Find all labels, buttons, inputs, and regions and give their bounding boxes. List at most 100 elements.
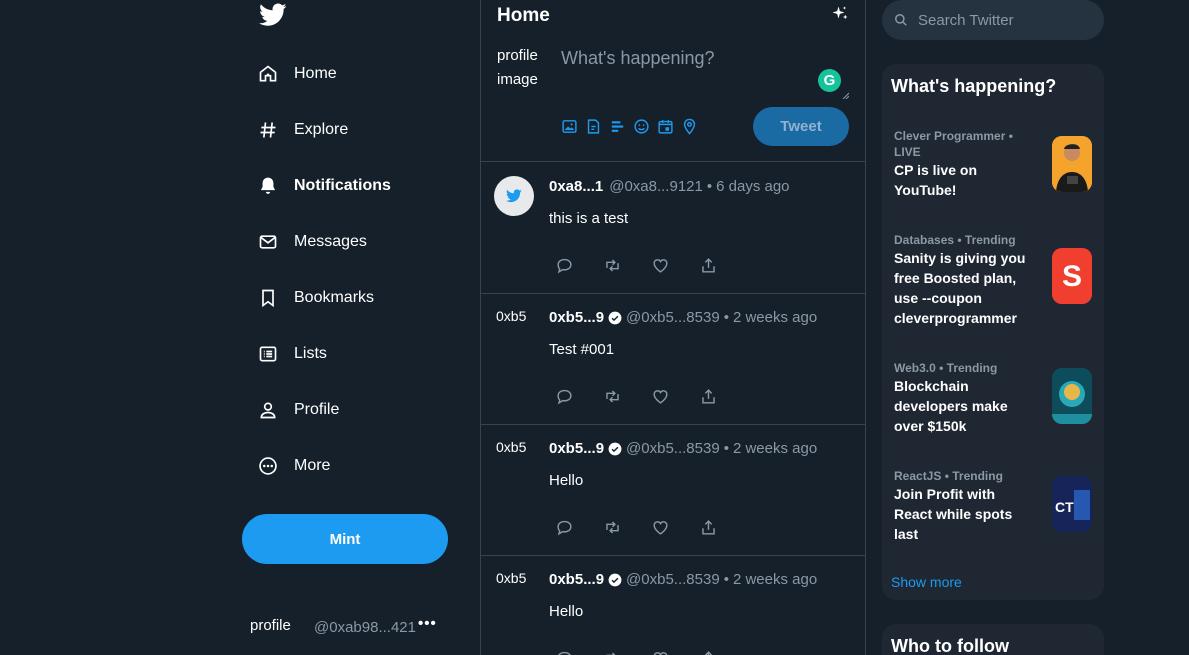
account-switcher[interactable]: profile @0xab98...421 ••• (250, 604, 450, 648)
tweet-author-name[interactable]: 0xb5...9 (549, 440, 604, 457)
tweet-author-name[interactable]: 0xa8...1 (549, 178, 603, 195)
retweet-icon[interactable] (603, 386, 651, 406)
trends-panel: What's happening? Clever Programmer • LI… (882, 64, 1104, 600)
like-icon[interactable] (651, 648, 699, 655)
trend-item[interactable]: Databases • Trending Sanity is giving yo… (894, 232, 1099, 328)
tweet-text: Test #001 (549, 341, 615, 358)
tweet-actions (555, 517, 747, 537)
trends-title: What's happening? (891, 76, 1057, 96)
tweet-header: 0xb5...9 @0xb5...8539 • 2 weeks ago (549, 440, 817, 457)
tweet-actions (555, 386, 747, 406)
retweet-icon[interactable] (603, 517, 651, 537)
tweet-item[interactable]: 0xb5 0xb5...9 @0xb5...8539 • 2 weeks ago… (481, 425, 866, 556)
tweet-input[interactable]: What's happening? (561, 48, 715, 69)
tweet-actions (555, 255, 747, 275)
emoji-icon[interactable] (633, 118, 650, 135)
composer-avatar: profile image (497, 47, 538, 88)
share-icon[interactable] (699, 255, 747, 275)
tweet-handle: @0xb5...8539 (626, 309, 720, 326)
like-icon[interactable] (651, 255, 699, 275)
tweet-item[interactable]: 0xa8...1 @0xa8...9121 • 6 days ago this … (481, 163, 866, 294)
tweet-handle: @0xb5...8539 (626, 440, 720, 457)
account-avatar: profile (250, 617, 291, 634)
account-more-icon[interactable]: ••• (418, 615, 437, 632)
tweet-header: 0xa8...1 @0xa8...9121 • 6 days ago (549, 178, 790, 195)
tweet-actions (555, 648, 747, 655)
sidebar-item-lists[interactable]: Lists (242, 334, 327, 374)
trend-meta: ReactJS • Trending (894, 469, 1003, 483)
page-title: Home (497, 5, 550, 26)
tweet-item[interactable]: 0xb5 0xb5...9 @0xb5...8539 • 2 weeks ago… (481, 556, 866, 655)
avatar[interactable]: 0xb5 (496, 569, 534, 609)
sidebar-item-label: More (294, 457, 331, 474)
avatar[interactable]: 0xb5 (496, 307, 534, 347)
twitter-logo-icon[interactable] (259, 3, 287, 27)
tweet-button[interactable]: Tweet (753, 107, 849, 146)
avatar[interactable]: 0xb5 (496, 438, 534, 478)
feed: Home profile image What's happening? G T… (480, 0, 866, 655)
sidebar-item-explore[interactable]: Explore (242, 110, 348, 150)
sidebar-item-more[interactable]: More (242, 446, 330, 486)
resize-handle-icon[interactable] (841, 91, 849, 99)
verified-icon (608, 573, 622, 586)
like-icon[interactable] (651, 386, 699, 406)
trend-title: Sanity is giving you free Boosted plan, … (894, 250, 1026, 326)
list-icon (242, 334, 294, 374)
person-icon (242, 390, 294, 430)
tweet-header: 0xb5...9 @0xb5...8539 • 2 weeks ago (549, 309, 817, 326)
like-icon[interactable] (651, 517, 699, 537)
sidebar-item-messages[interactable]: Messages (242, 222, 367, 262)
trend-item[interactable]: Web3.0 • Trending Blockchain developers … (894, 360, 1099, 436)
verified-icon (608, 442, 622, 455)
trend-item[interactable]: ReactJS • Trending Join Profit with Reac… (894, 468, 1099, 544)
trend-meta: Clever Programmer • LIVE (894, 129, 1013, 159)
grammarly-icon[interactable]: G (818, 69, 841, 92)
sidebar-item-notifications[interactable]: Notifications (242, 166, 391, 206)
tweet-handle: @0xa8...9121 (609, 178, 703, 195)
schedule-icon[interactable] (657, 118, 674, 135)
composer-toolbar (561, 118, 698, 135)
gif-icon[interactable] (585, 118, 602, 135)
sidebar-item-label: Lists (294, 345, 327, 362)
more-circle-icon (242, 446, 294, 486)
home-icon (242, 54, 294, 94)
tweet-time: 6 days ago (716, 178, 790, 195)
envelope-icon (242, 222, 294, 262)
avatar[interactable] (494, 176, 534, 216)
search-placeholder: Search Twitter (918, 11, 1014, 29)
tweet-header: 0xb5...9 @0xb5...8539 • 2 weeks ago (549, 571, 817, 588)
sidebar-item-home[interactable]: Home (242, 54, 337, 94)
trend-meta: Databases • Trending (894, 233, 1016, 247)
reply-icon[interactable] (555, 648, 603, 655)
sidebar: Home Explore Notifications Messages Book… (242, 0, 472, 655)
share-icon[interactable] (699, 386, 747, 406)
reply-icon[interactable] (555, 255, 603, 275)
location-icon[interactable] (681, 118, 698, 135)
tweet-text: Hello (549, 472, 584, 489)
show-more-link[interactable]: Show more (891, 574, 962, 590)
poll-icon[interactable] (609, 118, 626, 135)
tweet-author-name[interactable]: 0xb5...9 (549, 309, 604, 326)
trend-image-person (1052, 136, 1092, 192)
trend-image-coin (1052, 368, 1092, 424)
retweet-icon[interactable] (603, 648, 651, 655)
sanity-logo-icon: S (1052, 248, 1092, 304)
sidebar-item-bookmarks[interactable]: Bookmarks (242, 278, 374, 318)
reply-icon[interactable] (555, 386, 603, 406)
share-icon[interactable] (699, 648, 747, 655)
tweet-author-name[interactable]: 0xb5...9 (549, 571, 604, 588)
tweet-item[interactable]: 0xb5 0xb5...9 @0xb5...8539 • 2 weeks ago… (481, 294, 866, 425)
image-icon[interactable] (561, 118, 578, 135)
tweet-separator: • (723, 440, 729, 457)
trend-meta: Web3.0 • Trending (894, 361, 998, 375)
share-icon[interactable] (699, 517, 747, 537)
mint-button[interactable]: Mint (242, 514, 448, 564)
retweet-icon[interactable] (603, 255, 651, 275)
search-input[interactable]: Search Twitter (882, 0, 1104, 40)
sidebar-item-label: Notifications (294, 177, 391, 194)
sidebar-item-profile[interactable]: Profile (242, 390, 339, 430)
trend-title: Blockchain developers make over $150k (894, 378, 1008, 434)
sparkle-icon[interactable] (831, 5, 849, 23)
reply-icon[interactable] (555, 517, 603, 537)
trend-item[interactable]: Clever Programmer • LIVE CP is live on Y… (894, 128, 1099, 200)
